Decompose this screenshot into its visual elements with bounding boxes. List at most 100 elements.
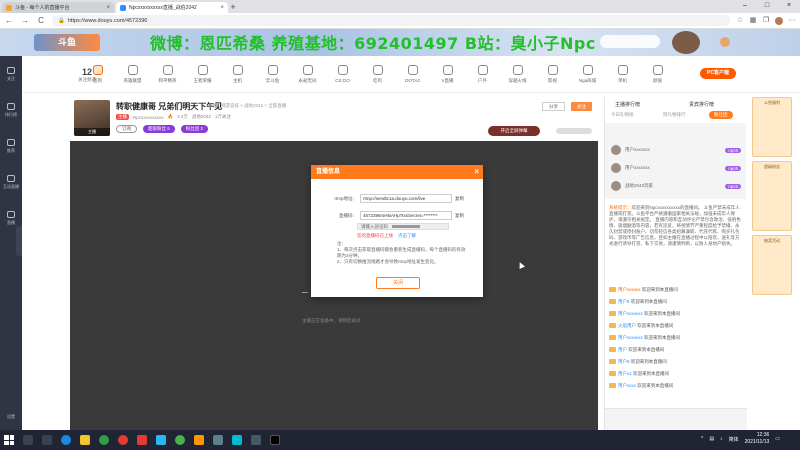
app-icon-red[interactable] — [118, 435, 128, 445]
category-item[interactable]: 云斗鱼 — [255, 64, 290, 84]
site-search-input[interactable] — [600, 35, 660, 48]
sidebar-item-recommend[interactable]: 推荐 — [0, 128, 22, 164]
dialog-close-button[interactable]: 关闭 — [376, 277, 420, 289]
subscribe-pill[interactable]: 订阅 — [116, 125, 137, 133]
rtmp-input[interactable]: rtmp://sendtc1a.douyu.com/live — [360, 194, 452, 203]
category-item[interactable]: Nga商城 — [570, 64, 605, 84]
category-icon — [617, 64, 628, 75]
tab-weekly-gift[interactable]: 周礼物排行 — [663, 112, 686, 118]
search-icon[interactable] — [23, 435, 33, 445]
tab-vip-rank[interactable]: 贵宾排行榜 — [689, 101, 714, 108]
tab-anchor-rank[interactable]: 主播排行榜 — [615, 101, 640, 108]
windows-start-icon[interactable] — [4, 435, 14, 445]
forward-button[interactable]: → — [20, 16, 30, 25]
verify-code-field[interactable]: 请输入验证码 — [357, 223, 449, 230]
category-item[interactable]: DOTA2 — [395, 65, 430, 83]
task-view-icon[interactable] — [42, 435, 52, 445]
douyu-favicon-icon — [6, 4, 12, 11]
close-tab-icon[interactable]: × — [106, 5, 110, 11]
site-logo[interactable]: 斗鱼 — [34, 34, 100, 51]
danmu-toggle-button[interactable]: 开启全屏弹幕 — [488, 126, 540, 136]
category-item[interactable]: 影视 — [535, 64, 570, 84]
pc-client-button[interactable]: PC客户端 — [700, 68, 736, 79]
browser-tab-1[interactable]: 斗鱼 - 每个人的直播平台 × — [2, 2, 114, 13]
star-icon[interactable]: ☆ — [736, 17, 744, 25]
room-misc-controls[interactable] — [556, 128, 592, 134]
category-item[interactable]: 永劫无间 — [290, 64, 325, 84]
back-button[interactable]: ← — [4, 16, 14, 25]
sidebar-item-interactive[interactable]: 互动直播 — [0, 164, 22, 200]
obs-icon[interactable] — [270, 435, 280, 445]
maximize-icon[interactable]: □ — [756, 0, 778, 13]
tray-chevron-icon[interactable]: ^ — [701, 436, 703, 442]
category-item[interactable]: 户外 — [465, 64, 500, 84]
category-item[interactable]: 穿越火线 — [500, 64, 535, 84]
category-item[interactable]: CS:GO — [325, 65, 360, 83]
sidebar-settings[interactable]: 设置 — [0, 414, 22, 420]
close-tab-icon[interactable]: × — [220, 5, 224, 11]
notification-icon[interactable]: ▭ — [775, 436, 780, 442]
ad-card[interactable]: 斗鱼福利 — [752, 97, 792, 157]
extensions-icon[interactable]: ▦ — [749, 17, 757, 25]
system-clock[interactable]: 12:36 2021/11/13 — [745, 432, 770, 446]
copy-rtmp-button[interactable]: 复制 — [455, 196, 464, 202]
category-item[interactable]: 和平精英 — [150, 64, 185, 84]
more-icon[interactable]: ⋯ — [788, 17, 796, 25]
profile-avatar[interactable] — [775, 16, 783, 25]
edge-browser-icon[interactable] — [61, 435, 71, 445]
tab-daily-gift[interactable]: 今日礼物排 — [611, 112, 634, 118]
stream-code-input[interactable]: 4572396rsH5iAHp?txsSecret=******** — [360, 211, 452, 220]
url-input[interactable]: 🔒 https://www.douyu.com/4572396 — [52, 15, 730, 26]
app-icon-cyan[interactable] — [232, 435, 242, 445]
new-tab-button[interactable]: + — [228, 2, 238, 13]
category-item[interactable]: 颜值 — [640, 64, 675, 84]
ad-card[interactable]: 抽奖活动 — [752, 235, 792, 295]
category-item[interactable]: 英雄联盟 — [115, 64, 150, 84]
ad-card[interactable]: 超级粉丝 — [752, 161, 792, 231]
user-avatar[interactable] — [720, 37, 730, 47]
ime-indicator[interactable]: 简体 — [729, 436, 739, 443]
app-icon-gamepad[interactable] — [251, 435, 261, 445]
rank-row[interactable]: 用户xxxxxxx npc6 — [605, 160, 747, 176]
host-name[interactable]: Npcxxxxxxxxxx — [133, 115, 164, 120]
anchor-avatar[interactable]: 主播 — [74, 100, 110, 136]
close-window-icon[interactable]: × — [778, 0, 800, 13]
minimize-icon[interactable]: – — [734, 0, 756, 13]
room-actions: 分享 关注 — [542, 102, 592, 111]
follow-count[interactable]: 12 关注频道 — [78, 67, 96, 83]
reload-button[interactable]: C — [36, 16, 46, 25]
sidebar-item-rank[interactable]: 排行榜 — [0, 92, 22, 128]
app-icon-green[interactable] — [99, 435, 109, 445]
category-item[interactable]: 单机 — [605, 64, 640, 84]
chat-input[interactable] — [605, 408, 747, 430]
category-item[interactable]: 王者荣耀 — [185, 64, 220, 84]
app-icon-store[interactable] — [156, 435, 166, 445]
super-fan-pill[interactable]: 超级粉丝 6 — [143, 125, 175, 133]
sidebar-item-follow[interactable]: 关注 — [0, 56, 22, 92]
game-name[interactable]: 战地2042 — [192, 114, 211, 120]
collections-icon[interactable]: ❐ — [762, 17, 770, 25]
app-icon-orange[interactable] — [194, 435, 204, 445]
room-category-breadcrumb[interactable]: 举报 · 网游竞技 > 战地2042 > 全部直播 — [208, 103, 286, 109]
category-item[interactable]: 吃鸡 — [360, 64, 395, 84]
browser-tab-2[interactable]: Npcxxxxxxxxxx直播_战伯2042 × — [116, 2, 228, 13]
app-icon-media[interactable] — [137, 435, 147, 445]
dialog-close-icon[interactable]: × — [474, 165, 479, 179]
learn-more-link[interactable]: 点击了解 — [398, 233, 416, 239]
fan-club-pill[interactable]: 粉丝团 2 — [180, 125, 209, 133]
network-icon[interactable]: ▤ — [709, 436, 714, 442]
file-explorer-icon[interactable] — [80, 435, 90, 445]
follow-button[interactable]: 关注 — [571, 102, 592, 111]
share-button[interactable]: 分享 — [542, 102, 565, 111]
volume-icon[interactable]: ♪ — [720, 436, 723, 442]
steam-icon[interactable] — [213, 435, 223, 445]
category-item[interactable]: 主机 — [220, 64, 255, 84]
tab-fan-club[interactable]: 粉丝团 — [709, 111, 733, 119]
chat-area: 系统提示：欢迎来到Npcxxxxxxxxxx的直播间。 斗鱼严禁未成年人直播或打… — [605, 199, 747, 409]
category-item[interactable]: V直播 — [430, 64, 465, 84]
copy-code-button[interactable]: 复制 — [455, 213, 464, 219]
rank-row[interactable]: 战地2042玩家 npc6 — [605, 178, 747, 194]
sidebar-collapse-handle[interactable] — [16, 226, 22, 256]
chrome-icon[interactable] — [175, 435, 185, 445]
rank-row[interactable]: 用户xxxxxxx npc6 — [605, 142, 747, 158]
